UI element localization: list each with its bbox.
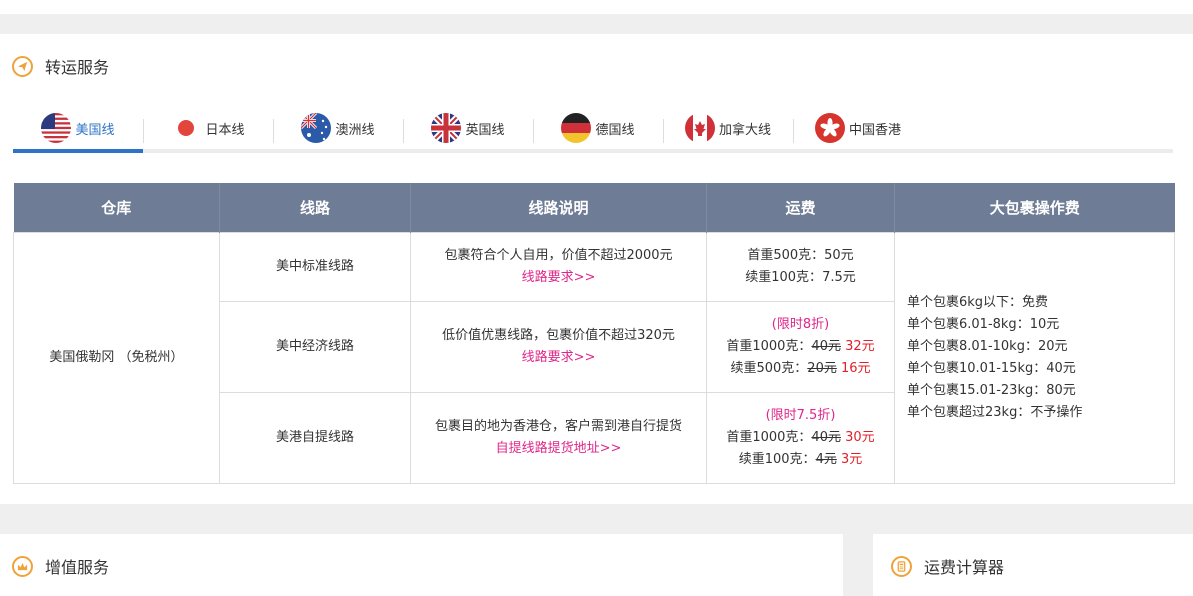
first-weight-fee: 首重1000克：40元 30元: [707, 427, 894, 449]
route-desc-cell: 包裹目的地为香港仓，客户需到港自行提货 自提线路提货地址>>: [410, 391, 707, 484]
route-desc-cell: 包裹符合个人自用，价值不超过2000元 线路要求>>: [410, 231, 707, 302]
calculator-icon: [891, 555, 912, 577]
big-parcel-fee-line: 单个包裹6kg以下：免费: [907, 294, 1049, 310]
route-desc: 包裹目的地为香港仓，客户需到港自行提货: [434, 418, 682, 434]
paper-plane-icon: [12, 55, 33, 77]
warehouse-cell: 美国俄勒冈 （免税州）: [13, 231, 220, 484]
value-added-panel: 增值服务: [0, 534, 843, 596]
fee-label: 首重1000克：: [726, 338, 812, 354]
us-flag-icon: [41, 113, 72, 143]
extra-weight-fee: 续重100克：4元 3元: [707, 449, 894, 471]
old-price: 20元: [807, 360, 837, 376]
tab-de[interactable]: 德国线: [533, 107, 663, 149]
new-price: 16元: [840, 360, 871, 376]
extra-weight-fee: 续重100克：7.5元: [707, 267, 894, 289]
fee-label: 首重1000克：: [726, 429, 812, 445]
transfer-section-header: 转运服务: [12, 54, 109, 78]
section-title: 转运服务: [45, 58, 110, 77]
old-price: 40元: [811, 429, 841, 445]
table-row: 美国俄勒冈 （免税州） 美中标准线路 包裹符合个人自用，价值不超过2000元 线…: [13, 231, 1175, 484]
promo-badge: (限时7.5折): [765, 407, 836, 423]
fee-value: 7.5元: [822, 269, 856, 285]
calculator-header: 运费计算器: [891, 554, 1004, 578]
promo-badge: (限时8折): [771, 316, 830, 332]
first-weight-fee: 首重500克：50元: [707, 245, 894, 267]
header-big-parcel-fee: 大包裹操作费: [894, 183, 1175, 232]
new-price: 32元: [845, 338, 875, 354]
new-price: 3元: [840, 451, 863, 467]
tab-label: 德国线: [595, 122, 635, 138]
tab-us[interactable]: 美国线: [13, 107, 143, 153]
fee-cell: 首重500克：50元 续重100克：7.5元: [706, 231, 895, 302]
pickup-address-link[interactable]: 自提线路提货地址>>: [496, 441, 622, 456]
tab-label: 美国线: [75, 122, 115, 138]
new-price: 30元: [845, 429, 875, 445]
header-shipping-fee: 运费: [706, 183, 895, 232]
tab-label: 加拿大线: [718, 122, 771, 138]
fee-value: 50元: [824, 247, 854, 263]
transfer-service-panel: 转运服务 美国线 日本线 澳洲线 英国线 德国线 加拿大线 中国香港 仓库 线路…: [0, 34, 1193, 504]
route-name: 美港自提线路: [219, 391, 411, 484]
route-name: 美中标准线路: [219, 231, 411, 302]
route-requirements-link[interactable]: 线路要求>>: [522, 270, 596, 285]
big-parcel-fee-line: 单个包裹15.01-23kg：80元: [907, 382, 1076, 398]
au-flag-icon: [301, 113, 332, 143]
tab-label: 英国线: [465, 122, 505, 138]
big-parcel-fee-line: 单个包裹8.01-10kg：20元: [907, 338, 1068, 354]
section-title: 增值服务: [45, 558, 110, 577]
fee-label: 首重500克：: [747, 247, 825, 263]
first-weight-fee: 首重1000克：40元 32元: [707, 336, 894, 358]
tab-hk[interactable]: 中国香港: [793, 107, 923, 149]
section-title[interactable]: 运费计算器: [924, 554, 1004, 578]
route-desc-cell: 低价值优惠线路，包裹价值不超过320元 线路要求>>: [410, 300, 707, 393]
fee-cell: (限时7.5折) 首重1000克：40元 30元 续重100克：4元 3元: [706, 391, 895, 484]
header-route-desc: 线路说明: [410, 183, 707, 232]
hk-flag-icon: [814, 113, 845, 143]
header-route: 线路: [219, 183, 411, 232]
fee-cell: (限时8折) 首重1000克：40元 32元 续重500克：20元 16元: [706, 300, 895, 393]
value-added-header: 增值服务: [12, 554, 109, 578]
table-header-row: 仓库 线路 线路说明 运费 大包裹操作费: [13, 183, 1175, 232]
jp-flag-icon: [171, 113, 202, 143]
tab-label: 中国香港: [848, 122, 901, 138]
big-parcel-fee-line: 单个包裹6.01-8kg：10元: [907, 316, 1060, 332]
route-requirements-link[interactable]: 线路要求>>: [522, 350, 596, 365]
tab-au[interactable]: 澳洲线: [273, 107, 403, 149]
route-name: 美中经济线路: [219, 300, 411, 393]
crown-icon: [12, 555, 33, 577]
fee-label: 续重500克：: [730, 360, 808, 376]
big-parcel-fee-line: 单个包裹超过23kg：不予操作: [907, 404, 1083, 420]
pricing-table: 仓库 线路 线路说明 运费 大包裹操作费 美国俄勒冈 （免税州） 美中标准线路 …: [13, 183, 1175, 484]
route-desc: 低价值优惠线路，包裹价值不超过320元: [442, 327, 675, 343]
de-flag-icon: [561, 113, 592, 143]
big-parcel-fee-cell: 单个包裹6kg以下：免费 单个包裹6.01-8kg：10元 单个包裹8.01-1…: [894, 231, 1175, 484]
tab-label: 日本线: [205, 122, 245, 138]
route-desc: 包裹符合个人自用，价值不超过2000元: [444, 247, 673, 263]
tab-jp[interactable]: 日本线: [143, 107, 273, 149]
header-warehouse: 仓库: [13, 183, 220, 232]
fee-label: 续重100克：: [745, 269, 823, 285]
calculator-panel: 运费计算器: [873, 534, 1193, 596]
tab-uk[interactable]: 英国线: [403, 107, 533, 149]
route-tabs: 美国线 日本线 澳洲线 英国线 德国线 加拿大线 中国香港: [13, 107, 1173, 153]
big-parcel-fee-line: 单个包裹10.01-15kg：40元: [907, 360, 1076, 376]
top-strip: [0, 0, 1193, 14]
ca-flag-icon: [684, 113, 715, 143]
extra-weight-fee: 续重500克：20元 16元: [707, 358, 894, 380]
tab-ca[interactable]: 加拿大线: [663, 107, 793, 149]
uk-flag-icon: [431, 113, 462, 143]
fee-label: 续重100克：: [738, 451, 816, 467]
old-price: 4元: [815, 451, 837, 467]
tab-label: 澳洲线: [335, 122, 375, 138]
old-price: 40元: [811, 338, 841, 354]
